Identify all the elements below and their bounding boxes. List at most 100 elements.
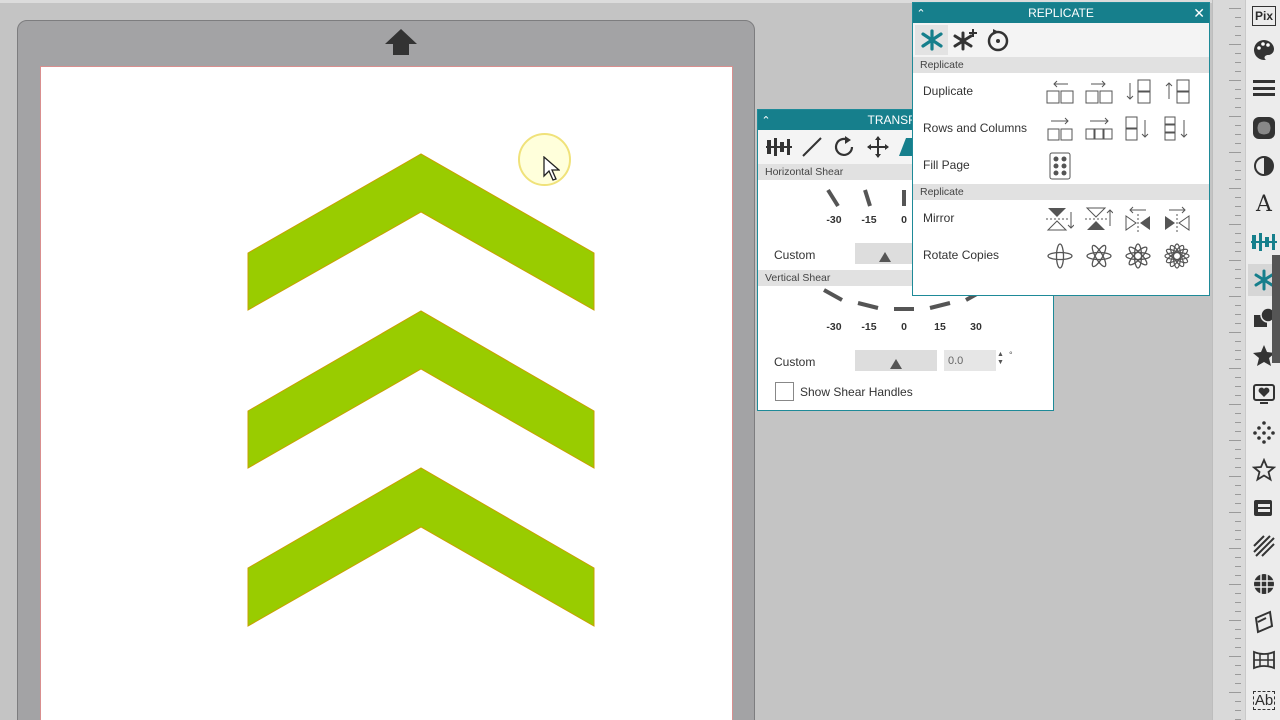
ruler-tick <box>1229 152 1241 153</box>
ruler-tick <box>1229 224 1241 225</box>
trace-button[interactable] <box>1248 150 1280 182</box>
collapse-chevron-icon[interactable]: ⌃ <box>913 7 929 20</box>
ruler-tick <box>1235 701 1241 702</box>
design-page[interactable] <box>40 66 733 720</box>
rotate-six-icon <box>1163 242 1190 269</box>
mesh-grid-icon <box>1253 650 1275 670</box>
tab-scale[interactable] <box>795 132 828 162</box>
sketch-button[interactable] <box>1248 454 1280 486</box>
offset-button[interactable] <box>1248 112 1280 144</box>
ruler-tick <box>1235 575 1241 576</box>
duplicate-row: Duplicate <box>913 73 1209 110</box>
collapse-chevron-icon[interactable]: ⌃ <box>758 114 774 127</box>
ruler-tick <box>1235 602 1241 603</box>
vertical-shear-slider-thumb[interactable] <box>890 359 902 369</box>
vshear-label--30: -30 <box>826 321 842 333</box>
align-icon <box>1251 233 1277 251</box>
mirror-above-icon <box>1084 207 1113 230</box>
column-of-two-button[interactable] <box>1123 114 1152 143</box>
ruler-tick <box>1235 593 1241 594</box>
text-style-ab-button[interactable]: Ab <box>1248 684 1280 716</box>
ruler-tick <box>1235 305 1241 306</box>
duplicate-right-icon <box>1085 80 1112 103</box>
align-icon <box>765 138 792 156</box>
rotate-three-copies-button[interactable] <box>1084 241 1113 270</box>
ruler-tick <box>1229 296 1241 297</box>
tab-replicate-advanced[interactable] <box>948 25 981 55</box>
mouse-pointer-icon <box>543 156 560 181</box>
ruler-tick <box>1235 233 1241 234</box>
chevron-shape-middle[interactable] <box>247 310 595 469</box>
hshear-preset--30[interactable] <box>826 188 840 208</box>
mirror-above-button[interactable] <box>1084 204 1113 233</box>
ruler-tick <box>1235 386 1241 387</box>
mirror-left-button[interactable] <box>1123 204 1152 233</box>
mirror-right-button[interactable] <box>1162 204 1191 233</box>
chevron-shapes[interactable] <box>41 67 734 720</box>
ruler-tick <box>1235 242 1241 243</box>
ruler-tick <box>1229 584 1241 585</box>
mesh-button[interactable] <box>1248 644 1280 676</box>
pixscan-button[interactable]: Pix <box>1248 0 1280 32</box>
duplicate-below-button[interactable] <box>1123 77 1152 106</box>
row-of-three-button[interactable] <box>1084 114 1113 143</box>
chevron-shape-bottom[interactable] <box>247 467 595 627</box>
row-of-two-button[interactable] <box>1045 114 1074 143</box>
ruler-tick <box>1235 485 1241 486</box>
hatch-button[interactable] <box>1248 530 1280 562</box>
rotate-four-copies-button[interactable] <box>1123 241 1152 270</box>
duplicate-left-button[interactable] <box>1045 77 1074 106</box>
fill-page-button[interactable] <box>1045 151 1074 180</box>
ruler-tick <box>1235 143 1241 144</box>
ruler-tick <box>1235 467 1241 468</box>
vshear-preset-15[interactable] <box>929 301 951 310</box>
rotate-copies-options <box>1045 241 1191 270</box>
show-shear-handles-checkbox[interactable] <box>775 382 794 401</box>
ruler-tick <box>1235 629 1241 630</box>
library-button[interactable] <box>1248 378 1280 410</box>
duplicate-right-button[interactable] <box>1084 77 1113 106</box>
hshear-preset--15[interactable] <box>863 189 872 207</box>
vertical-shear-spinner[interactable]: ▲ ▼ <box>997 351 1004 367</box>
tab-rotate[interactable] <box>828 132 861 162</box>
duplicate-above-button[interactable] <box>1162 77 1191 106</box>
rotate-two-copies-button[interactable] <box>1045 241 1074 270</box>
ruler-tick <box>1235 251 1241 252</box>
horizontal-shear-preset-marks <box>826 188 906 208</box>
warp-button[interactable] <box>1248 606 1280 638</box>
mirror-below-icon <box>1045 207 1074 230</box>
row-of-three-icon <box>1085 117 1112 139</box>
ruler-tick <box>1229 404 1241 405</box>
fill-panel-button[interactable] <box>1248 34 1280 66</box>
vertical-shear-slider[interactable] <box>855 350 937 371</box>
sidebar-scrollbar[interactable] <box>1272 255 1280 363</box>
emboss-button[interactable] <box>1248 492 1280 524</box>
rhinestone-button[interactable] <box>1248 416 1280 448</box>
replicate-panel[interactable]: ⌃ REPLICATE ✕ Replicate Duplicate Rows a… <box>912 2 1210 296</box>
hshear-label--30: -30 <box>826 214 842 226</box>
column-of-three-button[interactable] <box>1162 114 1191 143</box>
rotate-six-copies-button[interactable] <box>1162 241 1191 270</box>
vertical-shear-value-input[interactable] <box>944 350 996 371</box>
fill-page-row: Fill Page <box>913 147 1209 184</box>
tab-align[interactable] <box>762 132 795 162</box>
close-icon[interactable]: ✕ <box>1193 5 1205 22</box>
ruler-tick <box>1235 179 1241 180</box>
vshear-preset--15[interactable] <box>857 301 879 310</box>
replicate-panel-header[interactable]: ⌃ REPLICATE ✕ <box>913 3 1209 23</box>
vshear-preset--30[interactable] <box>823 288 843 302</box>
replicate-section-1: Replicate <box>913 57 1209 73</box>
transform-panel-button[interactable] <box>1248 226 1280 258</box>
tab-replicate[interactable] <box>915 25 948 55</box>
line-style-button[interactable] <box>1248 72 1280 104</box>
mirror-below-button[interactable] <box>1045 204 1074 233</box>
palette-icon <box>1254 40 1274 60</box>
tab-move[interactable] <box>861 132 894 162</box>
mirror-label: Mirror <box>923 211 955 225</box>
ruler-tick <box>1235 359 1241 360</box>
tab-rotate-copies-radial[interactable] <box>981 25 1014 55</box>
crosshatch-button[interactable] <box>1248 568 1280 600</box>
horizontal-shear-slider-thumb[interactable] <box>879 252 891 262</box>
text-style-button[interactable]: A <box>1248 188 1280 220</box>
ruler-tick <box>1235 35 1241 36</box>
